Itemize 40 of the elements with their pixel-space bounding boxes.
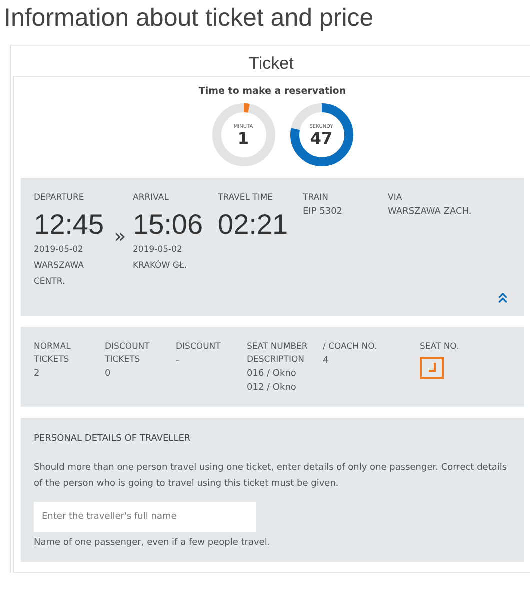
column-value: 4	[323, 355, 330, 368]
date-text: 2019-05-02	[34, 244, 84, 257]
timer-value: 1	[238, 130, 250, 146]
column-label: TRAVEL TIME	[218, 192, 274, 205]
column-label: NORMAL TICKETS	[34, 341, 72, 367]
station-name: WARSZAWA CENTR.	[34, 260, 85, 289]
timer-title: Time to make a reservation	[198, 86, 348, 97]
time-text: 02:21	[218, 208, 290, 242]
column-label: TRAIN	[303, 192, 330, 205]
column-label: DEPARTURE	[34, 192, 86, 205]
column-label: DISCOUNT	[176, 341, 222, 354]
seat-icon	[426, 362, 438, 374]
hint-text: Name of one passenger, even if a few people travel.	[34, 538, 272, 550]
page-title: Information about ticket and price	[4, 3, 375, 34]
date-text: 2019-05-02	[133, 244, 184, 257]
column-value: WARSZAWA ZACH.	[388, 206, 473, 219]
timer-dial	[212, 103, 276, 167]
column-value: 016 / Okno	[247, 368, 298, 381]
name-input[interactable]: Enter the traveller's full name	[34, 502, 256, 532]
column-value: 2	[34, 368, 41, 381]
time-text: 15:06	[133, 208, 204, 242]
column-value: 0	[105, 368, 112, 381]
column-label: ARRIVAL	[133, 192, 170, 205]
station-name: KRAKÓW GŁ.	[133, 259, 188, 273]
column-label: / COACH NO.	[323, 341, 378, 354]
arrow-text: »	[114, 224, 128, 248]
time-text: 12:45	[34, 208, 106, 242]
timer-dial	[290, 103, 354, 167]
timer-value: 47	[310, 130, 333, 146]
column-value: 012 / Okno	[247, 382, 298, 395]
column-value: -	[176, 355, 180, 368]
section-heading: Ticket	[248, 53, 295, 75]
column-value: EIP 5302	[303, 206, 344, 219]
column-label: SEAT NO.	[420, 341, 460, 354]
column-label: VIA	[388, 192, 404, 205]
description-text: Should more than one person travel using one ticket, enter details of only one passenger. Correct details of the person who is going to travel using this ticket must be given.	[34, 462, 508, 491]
seat-button[interactable]	[420, 357, 444, 379]
panel-heading: PERSONAL DETAILS OF TRAVELLER	[34, 434, 192, 444]
column-label: DISCOUNT TICKETS	[105, 341, 151, 367]
column-label: SEAT NUMBER DESCRIPTION	[247, 341, 309, 367]
